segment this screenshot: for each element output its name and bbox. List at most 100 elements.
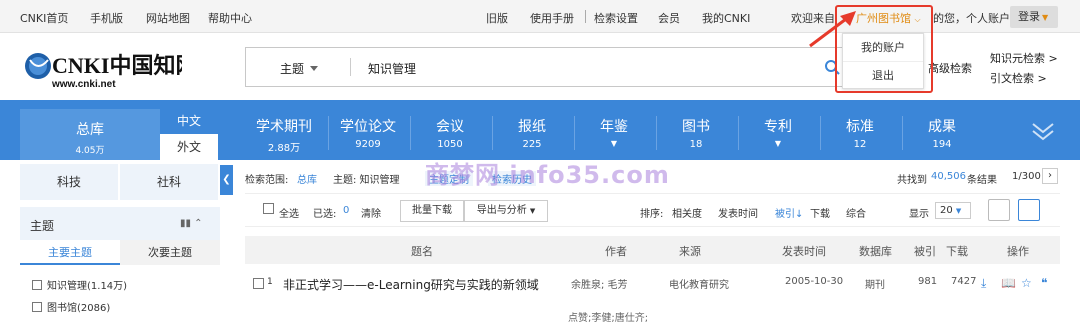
total-suffix: 条结果 <box>967 175 997 186</box>
watermark: 商梦网 info35.com <box>425 161 670 189</box>
select-all-checkbox[interactable] <box>263 203 274 214</box>
grid-view-icon[interactable] <box>988 199 1010 221</box>
caret-down-icon: ▼ <box>610 139 618 148</box>
results-toolbar: 全选 已选: 0 清除 批量下载 导出与分析 ▼ 排序: 相关度 发表时间 被引… <box>245 193 1060 227</box>
export-analysis-button[interactable]: 导出与分析 ▼ <box>464 200 548 222</box>
tab-standards[interactable]: 标准 12 <box>824 116 896 150</box>
cat-label: 标准 <box>846 119 874 135</box>
next-page-button[interactable]: › <box>1042 168 1058 184</box>
row-downloads: 7427 <box>951 276 977 287</box>
select-all-label[interactable]: 全选 <box>279 205 299 220</box>
link-mobile[interactable]: 手机版 <box>90 10 123 26</box>
facet-item[interactable]: 知识管理(1.14万) <box>32 277 127 292</box>
cnki-logo[interactable]: CNKI中国知网 www.cnki.net <box>22 46 182 90</box>
facet-item-label: 图书馆(2086) <box>47 303 111 314</box>
tab-patents[interactable]: 专利 ▼ <box>742 116 814 148</box>
search-field-select[interactable]: 主题 <box>280 60 319 77</box>
search-input[interactable]: 知识管理 <box>368 60 416 77</box>
tab-journals[interactable]: 学术期刊 2.88万 <box>248 116 320 154</box>
batch-download-button[interactable]: 批量下载 <box>400 200 464 222</box>
tab-yearbooks[interactable]: 年鉴 ▼ <box>578 116 650 148</box>
checkbox[interactable] <box>32 280 42 290</box>
link-my-cnki[interactable]: 我的CNKI <box>702 10 750 26</box>
row-index: 1 <box>267 277 273 287</box>
col-downloads: 下载 <box>946 245 968 258</box>
row-database: 期刊 <box>865 280 885 291</box>
range-db-link[interactable]: 总库 <box>297 171 317 186</box>
clear-button[interactable]: 清除 <box>361 205 381 220</box>
facet-header[interactable]: 主题 ▮▮ ⌃ <box>20 207 220 240</box>
sort-relevance[interactable]: 相关度 <box>672 205 702 220</box>
row-title-link[interactable]: 非正式学习——e-Learning研究与实践的新领域 <box>283 276 539 293</box>
chart-icon[interactable]: ▮▮ ⌃ <box>180 218 203 229</box>
sort-downloads[interactable]: 下载 <box>810 205 830 220</box>
checkbox[interactable] <box>32 302 42 312</box>
tab-conferences[interactable]: 会议 1050 <box>414 116 486 150</box>
link-sitemap[interactable]: 网站地图 <box>146 10 190 26</box>
quote-icon[interactable]: ❝ <box>1041 276 1047 290</box>
link-cnki-home[interactable]: CNKI首页 <box>20 10 68 26</box>
cat-label: 会议 <box>436 119 464 135</box>
tab-social[interactable]: 社科 <box>120 164 218 200</box>
page-info: 1/300 <box>1012 171 1041 182</box>
link-search-settings[interactable]: 检索设置 <box>594 10 638 26</box>
link-member[interactable]: 会员 <box>658 10 680 26</box>
link-manual[interactable]: 使用手册 <box>530 10 574 26</box>
row-source[interactable]: 电化教育研究 <box>669 276 729 291</box>
login-button[interactable]: 登录 ▼ <box>1010 6 1058 28</box>
search-field-label: 主题 <box>280 62 305 76</box>
divider <box>492 116 493 150</box>
advanced-search-link[interactable]: 高级检索 <box>928 60 972 76</box>
next-row-partial: 点赞;李健;唐仕齐; <box>568 313 649 324</box>
row-authors[interactable]: 余胜泉; 毛芳 <box>571 276 628 291</box>
sort-overall[interactable]: 综合 <box>846 205 866 220</box>
right-links: 知识元检索 > 引文检索 > <box>990 49 1058 89</box>
tab-achievements[interactable]: 成果 194 <box>906 116 978 150</box>
sort-cited[interactable]: 被引↓ <box>775 205 803 220</box>
sort-date[interactable]: 发表时间 <box>718 205 758 220</box>
download-icon[interactable]: ⤓ <box>981 276 986 291</box>
cat-count: 12 <box>853 139 867 150</box>
cat-count: 194 <box>932 139 952 150</box>
link-old-version[interactable]: 旧版 <box>486 10 508 26</box>
expand-chevron-icon[interactable] <box>1030 118 1056 144</box>
link-help[interactable]: 帮助中心 <box>208 10 252 26</box>
tab-secondary-topic[interactable]: 次要主题 <box>120 240 220 265</box>
citation-search-link[interactable]: 引文检索 > <box>990 69 1058 89</box>
sort-label: 排序: <box>640 209 664 220</box>
collapse-sidebar-button[interactable]: ❮ <box>220 165 233 195</box>
cat-count: 9209 <box>355 139 381 150</box>
knowledge-search-link[interactable]: 知识元检索 > <box>990 49 1058 69</box>
tab-foreign[interactable]: 外文 <box>160 134 218 160</box>
chevron-left-icon: ❮ <box>222 174 231 185</box>
col-cited: 被引 <box>914 245 936 258</box>
sort-cited-label: 被引 <box>775 209 795 220</box>
divider <box>820 116 821 150</box>
cat-label: 学位论文 <box>340 119 396 135</box>
logo-text: CNKI中国知网 <box>52 53 182 78</box>
total-prefix: 共找到 <box>897 175 927 186</box>
tab-tech[interactable]: 科技 <box>20 164 118 200</box>
page-size-select[interactable]: 20 ▼ <box>935 202 971 219</box>
facet-item[interactable]: 图书馆(2086) <box>32 299 110 314</box>
welcome-suffix: 的您，个人账户 <box>933 12 1010 25</box>
divider <box>350 58 351 76</box>
tab-theses[interactable]: 学位论文 9209 <box>332 116 404 150</box>
read-icon[interactable]: 📖 <box>1001 276 1016 290</box>
favorite-star-icon[interactable]: ☆ <box>1021 276 1032 290</box>
tab-books[interactable]: 图书 18 <box>660 116 732 150</box>
caret-down-icon <box>310 66 319 71</box>
arrow-down-icon: ↓ <box>795 209 804 220</box>
cat-label: 学术期刊 <box>256 119 312 135</box>
cat-label: 图书 <box>682 119 710 135</box>
tab-chinese[interactable]: 中文 <box>160 109 218 134</box>
caret-down-icon: ▼ <box>955 207 962 215</box>
row-date: 2005-10-30 <box>785 276 844 287</box>
tab-total[interactable]: 总库 4.05万 <box>20 109 160 160</box>
row-checkbox[interactable] <box>253 278 264 289</box>
tab-newspapers[interactable]: 报纸 225 <box>496 116 568 150</box>
list-view-icon[interactable] <box>1018 199 1040 221</box>
selected-count: 0 <box>343 205 350 216</box>
cat-label: 报纸 <box>518 119 546 135</box>
tab-main-topic[interactable]: 主要主题 <box>20 240 120 265</box>
